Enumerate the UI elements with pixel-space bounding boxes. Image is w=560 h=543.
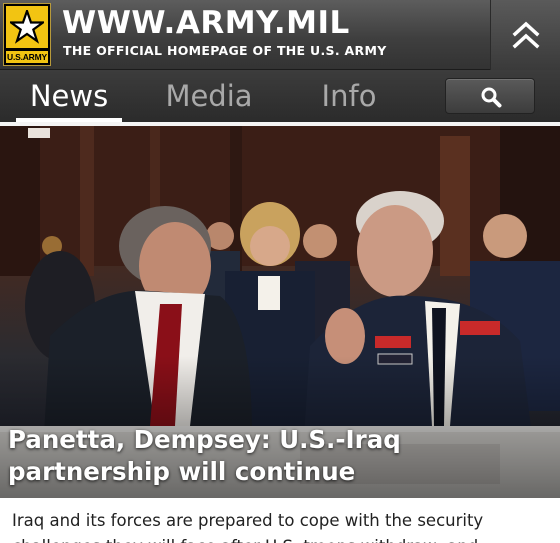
tab-info[interactable]: Info: [314, 70, 384, 122]
tab-media[interactable]: Media: [160, 70, 258, 122]
site-header: U.S.ARMY WWW.ARMY.MIL THE OFFICIAL HOMEP…: [0, 0, 560, 70]
tab-news[interactable]: News: [16, 70, 122, 122]
site-subtitle: THE OFFICIAL HOMEPAGE OF THE U.S. ARMY: [63, 43, 387, 58]
collapse-button[interactable]: [490, 0, 560, 70]
search-button[interactable]: [445, 78, 535, 114]
hero-story[interactable]: Panetta, Dempsey: U.S.-Iraq partnership …: [0, 126, 560, 498]
article-summary[interactable]: Iraq and its forces are prepared to cope…: [12, 508, 552, 543]
main-nav: News Media Info: [0, 70, 560, 122]
site-title[interactable]: WWW.ARMY.MIL: [62, 5, 350, 41]
army-logo[interactable]: U.S.ARMY: [3, 3, 51, 66]
logo-text: U.S.ARMY: [6, 51, 48, 63]
hero-headline[interactable]: Panetta, Dempsey: U.S.-Iraq partnership …: [8, 424, 548, 488]
double-chevron-up-icon: [512, 21, 540, 49]
star-icon: [6, 6, 48, 48]
search-icon: [481, 87, 502, 108]
